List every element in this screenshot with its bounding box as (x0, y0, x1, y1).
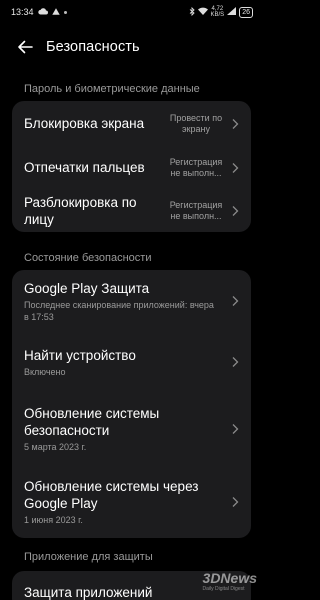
play-system-update-row[interactable]: Обновление системы через Google Play 1 и… (12, 466, 251, 538)
screen-lock-row[interactable]: Блокировка экрана Провести по экрану (12, 101, 251, 146)
find-device-title: Найти устройство (24, 347, 136, 363)
chevron-right-icon (232, 497, 239, 507)
play-system-update-title: Обновление системы через Google Play (24, 479, 199, 511)
chevron-right-icon (232, 205, 239, 216)
find-device-row[interactable]: Найти устройство Включено (12, 332, 251, 392)
screen-lock-value: Провести по экрану (169, 112, 223, 134)
section-header-security-status: Состояние безопасности (24, 252, 152, 264)
warning-icon (51, 7, 60, 17)
chevron-right-icon (232, 424, 239, 434)
chevron-right-icon (232, 162, 239, 173)
status-time: 13:34 (11, 7, 34, 17)
chevron-right-icon (232, 357, 239, 367)
card-password: Блокировка экрана Провести по экрану Отп… (12, 101, 251, 232)
app-header: Безопасность (0, 32, 263, 62)
watermark-logo-text: 3DNews (202, 570, 257, 586)
play-system-update-subtitle: 1 июня 2023 г. (24, 515, 83, 525)
signal-icon (227, 7, 237, 17)
section-header-protection-app: Приложение для защиты (24, 551, 153, 563)
status-bar: 13:34 4,72 KB/S 26 (0, 0, 263, 24)
play-protect-row[interactable]: Google Play Защита Последнее сканировани… (12, 270, 251, 332)
chevron-right-icon (232, 296, 239, 306)
chevron-right-icon (232, 118, 239, 129)
notification-dot-icon (63, 10, 67, 14)
face-unlock-title: Разблокировка по лицу (24, 194, 137, 227)
play-protect-subtitle: Последнее сканирование приложений: вчера… (24, 299, 214, 322)
security-update-row[interactable]: Обновление системы безопасности 5 марта … (12, 392, 251, 466)
play-protect-title: Google Play Защита (24, 280, 150, 296)
fingerprint-value: Регистрация не выполн... (169, 156, 223, 178)
fingerprint-title: Отпечатки пальцев (24, 160, 145, 175)
net-speed: 4,72 KB/S (210, 6, 225, 18)
security-update-subtitle: 5 марта 2023 г. (24, 442, 87, 452)
back-button[interactable] (14, 36, 36, 58)
watermark-tagline: Daily Digital Digest (202, 586, 245, 592)
security-update-title: Обновление системы безопасности (24, 406, 160, 438)
card-security-status: Google Play Защита Последнее сканировани… (12, 270, 251, 538)
face-unlock-row[interactable]: Разблокировка по лицу Регистрация не вып… (12, 189, 251, 232)
section-header-password: Пароль и биометрические данные (24, 83, 200, 95)
bluetooth-icon (189, 6, 195, 18)
battery-icon: 26 (239, 6, 253, 18)
screen-lock-title: Блокировка экрана (24, 116, 145, 131)
face-unlock-value: Регистрация не выполн... (169, 199, 223, 221)
arrow-left-icon (18, 40, 33, 54)
find-device-subtitle: Включено (24, 366, 66, 377)
wifi-icon (197, 7, 208, 17)
cloud-icon (37, 7, 48, 17)
fingerprint-row[interactable]: Отпечатки пальцев Регистрация не выполн.… (12, 146, 251, 189)
page-title: Безопасность (46, 39, 140, 55)
watermark-logo: 3DNews Daily Digital Digest (203, 570, 257, 592)
